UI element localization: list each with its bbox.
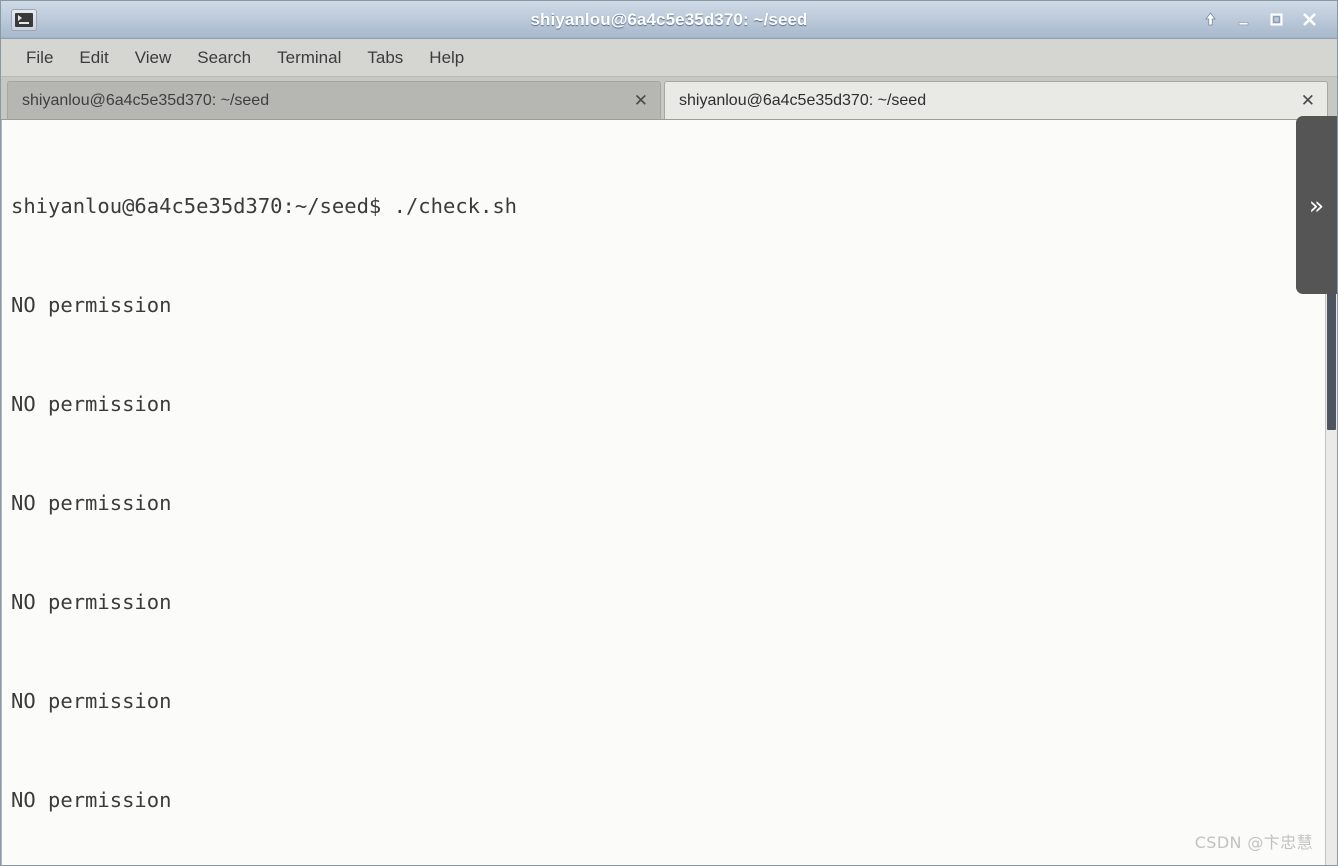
menu-item-search[interactable]: Search [184,44,264,72]
terminal-window: shiyanlou@6a4c5e35d370: ~/seed File Edit… [0,0,1338,866]
window-titlebar[interactable]: shiyanlou@6a4c5e35d370: ~/seed [1,1,1337,39]
window-controls [1201,10,1329,29]
shade-button[interactable] [1201,10,1220,29]
menu-item-tabs[interactable]: Tabs [354,44,416,72]
tab-1-label: shiyanlou@6a4c5e35d370: ~/seed [22,91,270,109]
tab-2-close-icon[interactable]: ✕ [1291,92,1315,109]
terminal-line: NO permission [11,590,172,614]
terminal-line: shiyanlou@6a4c5e35d370:~/seed$ ./check.s… [11,194,518,218]
menu-item-edit[interactable]: Edit [66,44,121,72]
terminal-line: NO permission [11,293,172,317]
tabbar: shiyanlou@6a4c5e35d370: ~/seed ✕ shiyanl… [1,77,1337,120]
menubar: File Edit View Search Terminal Tabs Help [1,39,1337,77]
tab-2-label: shiyanlou@6a4c5e35d370: ~/seed [679,91,927,109]
tab-2[interactable]: shiyanlou@6a4c5e35d370: ~/seed ✕ [664,81,1328,119]
terminal-line: NO permission [11,392,172,416]
terminal-output[interactable]: shiyanlou@6a4c5e35d370:~/seed$ ./check.s… [2,120,1325,865]
maximize-button[interactable] [1267,10,1286,29]
tab-1[interactable]: shiyanlou@6a4c5e35d370: ~/seed ✕ [7,81,661,119]
terminal-icon [11,8,37,31]
expand-panel-button[interactable]: » [1296,116,1337,294]
terminal-line: NO permission [11,788,172,812]
minimize-button[interactable] [1234,10,1253,29]
close-button[interactable] [1300,10,1319,29]
terminal-area: shiyanlou@6a4c5e35d370:~/seed$ ./check.s… [1,120,1337,865]
double-chevron-right-icon: » [1308,190,1325,220]
screenshot-root: shiyanlou@6a4c5e35d370: ~/seed File Edit… [0,0,1338,866]
terminal-line: NO permission [11,689,172,713]
window-title: shiyanlou@6a4c5e35d370: ~/seed [530,9,808,29]
terminal-line: NO permission [11,491,172,515]
menu-item-help[interactable]: Help [416,44,477,72]
menu-item-view[interactable]: View [122,44,185,72]
tab-1-close-icon[interactable]: ✕ [624,92,648,109]
menu-item-terminal[interactable]: Terminal [264,44,354,72]
menu-item-file[interactable]: File [13,44,66,72]
